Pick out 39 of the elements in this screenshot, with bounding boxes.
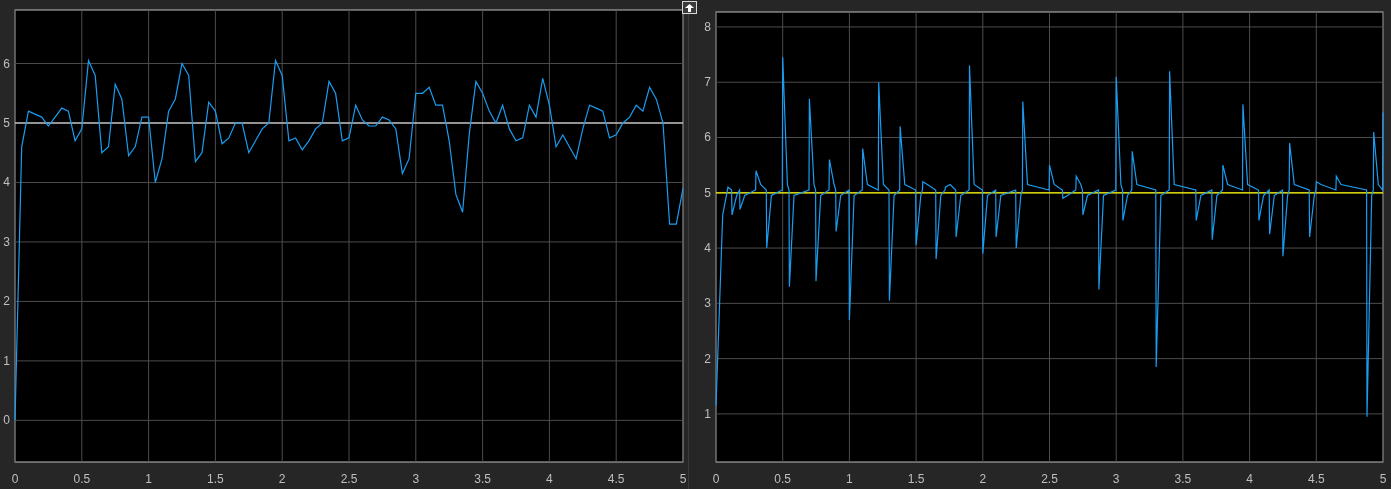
axis-tick-label: 3.5: [474, 472, 491, 486]
axis-tick-label: 2: [704, 351, 711, 366]
axis-tick-label: 2.5: [340, 472, 358, 486]
axis-tick-label: 4.5: [607, 472, 625, 486]
axis-tick-label: 4: [704, 241, 711, 256]
axis-tick-label: 4: [3, 175, 10, 190]
axis-tick-label: 5: [3, 116, 10, 130]
axis-tick-label: 5: [1379, 472, 1387, 486]
axis-tick-label: 0.5: [774, 472, 792, 486]
axis-tick-label: 4: [546, 472, 553, 486]
axis-tick-label: 0.5: [73, 472, 91, 486]
axis-tick-label: 3: [3, 234, 10, 249]
axis-tick-label: 6: [3, 56, 10, 71]
axis-tick-label: 3.5: [1174, 472, 1192, 486]
axis-tick-label: 1.5: [907, 472, 925, 486]
axis-tick-label: 3: [704, 296, 711, 311]
axis-tick-label: 1.5: [207, 472, 224, 486]
axis-tick-label: 6: [704, 130, 711, 145]
axis-tick-label: 5: [704, 185, 711, 200]
axis-tick-label: 2: [3, 294, 10, 309]
axis-tick-label: 2: [979, 472, 987, 486]
axis-tick-label: 5: [679, 472, 687, 486]
axis-tick-label: 3: [1112, 472, 1120, 486]
axis-tick-label: 1: [704, 406, 711, 421]
restore-button[interactable]: [682, 1, 697, 14]
axis-tick-label: 4: [1246, 472, 1253, 486]
axis-tick-label: 1: [3, 353, 10, 368]
up-arrow-icon: [685, 3, 694, 12]
axis-tick-label: 2: [278, 472, 286, 486]
axis-tick-label: 1: [145, 472, 152, 486]
axis-tick-label: 0: [11, 472, 19, 486]
axis-tick-label: 8: [704, 19, 711, 34]
axis-tick-label: 2.5: [1041, 472, 1058, 486]
axis-tick-label: 0: [712, 472, 720, 486]
axis-tick-label: 1: [846, 472, 853, 486]
axis-tick-label: 7: [704, 75, 711, 90]
axis-tick-label: 3: [412, 472, 420, 486]
axis-tick-label: 4.5: [1307, 472, 1325, 486]
axis-tick-label: 0: [3, 413, 10, 428]
